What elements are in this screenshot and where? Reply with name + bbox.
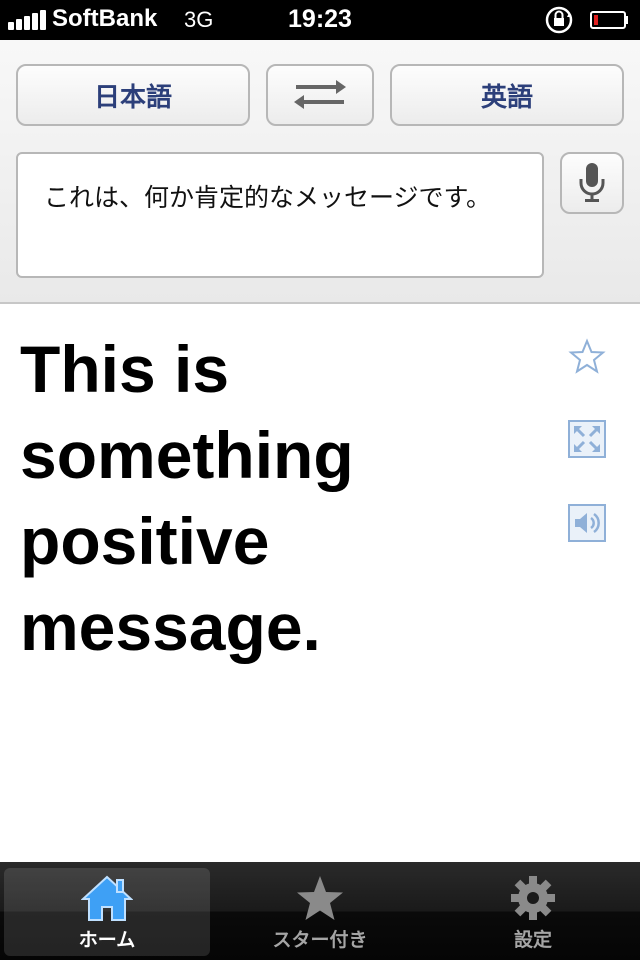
tab-bar: ホーム スター付き 設定: [0, 862, 640, 960]
fullscreen-icon[interactable]: [568, 420, 606, 458]
tab-settings-label: 設定: [513, 929, 552, 951]
gear-icon: [511, 876, 555, 920]
target-language-button[interactable]: 英語: [390, 64, 624, 126]
microphone-icon: [579, 163, 605, 202]
swap-languages-button[interactable]: [266, 64, 374, 126]
tab-home[interactable]: ホーム: [4, 868, 210, 956]
target-language-label: 英語: [480, 82, 533, 113]
star-icon[interactable]: [568, 338, 606, 376]
source-text-input[interactable]: これは、何か肯定的なメッセージです。: [16, 152, 544, 278]
tab-settings[interactable]: 設定: [430, 868, 636, 956]
translation-result[interactable]: This is something positive message.: [20, 326, 540, 670]
home-icon: [81, 875, 133, 921]
source-language-label: 日本語: [93, 82, 172, 113]
battery-icon: [590, 11, 628, 29]
status-bar: SoftBank 3G 19:23: [0, 0, 640, 40]
tab-starred-label: スター付き: [272, 929, 368, 951]
source-text: これは、何か肯定的なメッセージです。: [44, 183, 492, 212]
tab-starred[interactable]: スター付き: [217, 868, 423, 956]
language-toolbar: 日本語 英語 これは、何か肯定的なメッセージです。: [0, 40, 640, 304]
tab-home-label: ホーム: [78, 929, 136, 951]
swap-arrows-icon: [294, 80, 346, 109]
source-language-button[interactable]: 日本語: [16, 64, 250, 126]
voice-input-button[interactable]: [560, 152, 624, 214]
speaker-icon[interactable]: [568, 504, 606, 542]
rotation-lock-icon: [545, 6, 573, 34]
star-icon: [297, 876, 343, 920]
